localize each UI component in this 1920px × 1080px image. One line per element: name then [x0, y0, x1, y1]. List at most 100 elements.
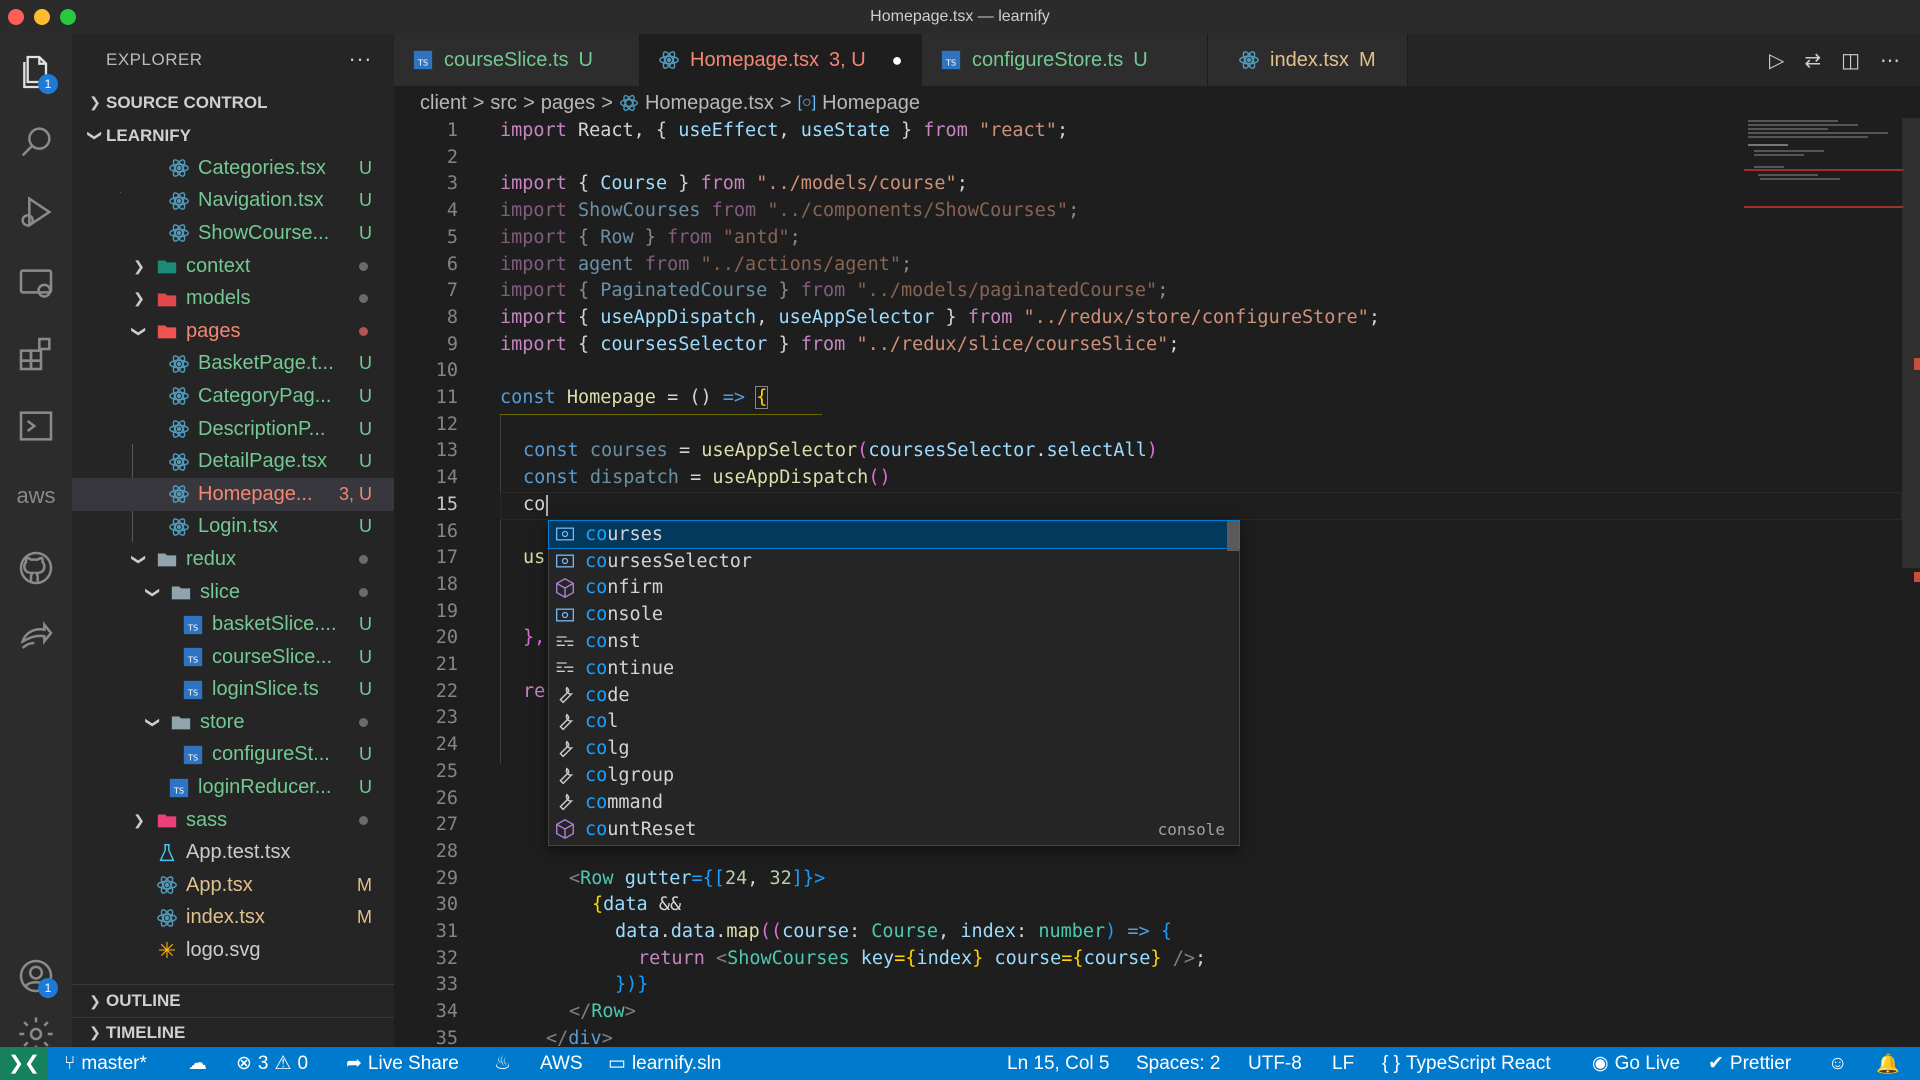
split-editor-icon[interactable]: ◫ [1841, 48, 1860, 73]
terminal-button[interactable] [12, 402, 60, 450]
tree-file[interactable]: index.tsx M [72, 902, 394, 935]
tree-file[interactable]: DescriptionP... U [72, 413, 394, 446]
suggestion-item[interactable]: co nsole [549, 601, 1239, 628]
compare-changes-icon[interactable]: ⇄ [1804, 48, 1821, 73]
timeline-section[interactable]: ❯ TIMELINE [72, 1017, 394, 1047]
tree-file[interactable]: Categories.tsx U [72, 152, 394, 185]
project-section[interactable]: ❯ LEARNIFY [72, 119, 394, 152]
go-live-button[interactable]: ◉ Go Live [1592, 1047, 1680, 1080]
tree-file[interactable]: ShowCourse... U [72, 217, 394, 250]
more-actions-icon[interactable]: ⋯ [1880, 48, 1900, 73]
tab-label: courseSlice.ts [444, 48, 569, 71]
more-actions-button[interactable]: ··· [349, 46, 372, 72]
accounts-button[interactable]: 1 [12, 952, 60, 1000]
tree-folder[interactable]: ❯ pages [72, 315, 394, 348]
remote-explorer-button[interactable] [12, 260, 60, 308]
remote-indicator[interactable]: ❯❮ [0, 1047, 48, 1080]
breadcrumb-item[interactable]: src [490, 92, 517, 115]
indentation-button[interactable]: Spaces: 2 [1136, 1047, 1221, 1080]
run-icon[interactable]: ▷ [1769, 48, 1784, 73]
encoding-button[interactable]: UTF-8 [1248, 1047, 1302, 1080]
suggestion-item[interactable]: co nst [549, 628, 1239, 655]
solution-button[interactable]: ▭ learnify.sln [608, 1047, 721, 1080]
eol-button[interactable]: LF [1332, 1047, 1354, 1080]
github-button[interactable] [12, 544, 60, 592]
aws-button[interactable]: AWS [540, 1047, 583, 1080]
git-status: M [357, 874, 372, 895]
suggestion-item[interactable]: co untReset console [549, 816, 1239, 843]
react-icon [168, 190, 190, 212]
breadcrumb-item[interactable]: Homepage.tsx [645, 92, 774, 115]
suggestion-item[interactable]: co l [549, 709, 1239, 736]
suggestion-item[interactable]: co mmand [549, 789, 1239, 816]
suggestion-item[interactable]: co lgroup [549, 762, 1239, 789]
tree-folder[interactable]: ❯ store [72, 706, 394, 739]
tree-file[interactable]: Login.tsx U [72, 511, 394, 544]
tree-file[interactable]: BasketPage.t... U [72, 348, 394, 381]
bracket-guide [500, 414, 822, 415]
feedback-button[interactable]: ☺ [1828, 1047, 1847, 1080]
aws-button[interactable]: aws [12, 472, 60, 520]
explorer-button[interactable]: 1 [12, 48, 60, 96]
chevron-down-icon: ❯ [131, 553, 148, 566]
branch-indicator[interactable]: ⑂ master* [64, 1047, 147, 1080]
tree-file[interactable]: ✳ logo.svg [72, 934, 394, 967]
suggestion-item[interactable]: co de [549, 682, 1239, 709]
language-mode-button[interactable]: { } TypeScript React [1382, 1047, 1551, 1080]
sync-button[interactable]: ☁ [188, 1047, 207, 1080]
tree-file[interactable]: TS loginReducer... U [72, 771, 394, 804]
notifications-button[interactable]: 🔔 [1876, 1047, 1900, 1080]
cursor-position[interactable]: Ln 15, Col 5 [1007, 1047, 1109, 1080]
symbol-variable-icon [553, 550, 577, 572]
suggestion-item[interactable]: co ursesSelector [549, 548, 1239, 575]
tree-folder[interactable]: ❯ slice [72, 576, 394, 609]
tree-file[interactable]: TS courseSlice... U [72, 641, 394, 674]
live-share-button[interactable]: ➦ Live Share [346, 1047, 459, 1080]
suggestion-scrollbar[interactable] [1227, 521, 1239, 551]
suggestion-item[interactable]: co nfirm [549, 575, 1239, 602]
outline-section[interactable]: ❯ OUTLINE [72, 984, 394, 1017]
source-control-section[interactable]: ❯ SOURCE CONTROL [72, 86, 394, 119]
live-share-button[interactable] [12, 614, 60, 662]
tab-configurestore[interactable]: TS configureStore.ts U [922, 34, 1208, 86]
tree-file[interactable]: Navigation.tsx U [72, 185, 394, 218]
problems-indicator[interactable]: ⊗ 3 ⚠ 0 [236, 1047, 308, 1080]
tree-file[interactable]: App.test.tsx [72, 836, 394, 869]
tree-file[interactable]: CategoryPag... U [72, 380, 394, 413]
wrench-icon [553, 711, 577, 733]
tree-folder[interactable]: ❯ redux [72, 543, 394, 576]
tree-file[interactable]: DetailPage.tsx U [72, 445, 394, 478]
suggestion-item[interactable]: co ntinue [549, 655, 1239, 682]
status-dot [359, 815, 368, 825]
tree-folder[interactable]: ❯ sass [72, 804, 394, 837]
extensions-button[interactable] [12, 330, 60, 378]
tab-courseslice[interactable]: TS courseSlice.ts U [394, 34, 640, 86]
folder-pages-icon [156, 320, 178, 342]
tree-folder[interactable]: ❯ context [72, 250, 394, 283]
aws-flame-button[interactable]: ♨ [494, 1047, 511, 1080]
editor-scrollbar[interactable] [1902, 118, 1920, 568]
tree-file[interactable]: TS configureSt... U [72, 739, 394, 772]
tree-file-selected[interactable]: Homepage... 3, U [72, 477, 394, 511]
run-debug-button[interactable] [12, 188, 60, 236]
tree-file[interactable]: TS loginSlice.ts U [72, 674, 394, 707]
search-button[interactable] [12, 118, 60, 166]
suggestion-item[interactable]: co lg [549, 735, 1239, 762]
breadcrumb-item[interactable]: pages [541, 92, 596, 115]
tree-file[interactable]: TS basketSlice.... U [72, 608, 394, 641]
file-tree: Categories.tsx U Navigation.tsx U ShowCour… [72, 152, 394, 977]
suggestion-item[interactable]: co urses [548, 520, 1240, 549]
prettier-button[interactable]: ✔ Prettier [1708, 1047, 1791, 1080]
tab-homepage[interactable]: Homepage.tsx 3, U ● [640, 34, 922, 86]
minimap[interactable] [1744, 118, 1904, 218]
tree-folder[interactable]: ❯ models [72, 282, 394, 315]
error-marker [1914, 358, 1920, 370]
breadcrumb-item[interactable]: client [420, 92, 467, 115]
breadcrumb-item[interactable]: Homepage [822, 92, 920, 115]
unsaved-dot-icon[interactable]: ● [892, 50, 903, 71]
git-status: 3, U [338, 483, 372, 504]
tab-index[interactable]: index.tsx M [1208, 34, 1408, 86]
status-dot [359, 717, 368, 727]
tree-file[interactable]: App.tsx M [72, 869, 394, 902]
file-name: Categories.tsx [198, 156, 326, 179]
